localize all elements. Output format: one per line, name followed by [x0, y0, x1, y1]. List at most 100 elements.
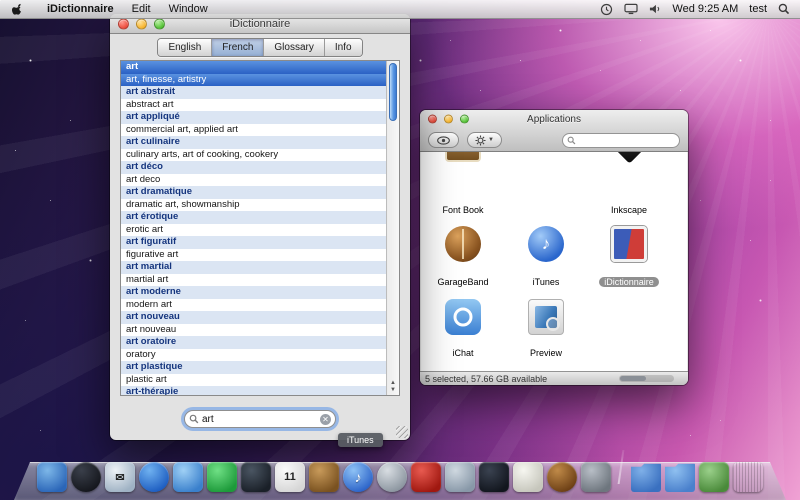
- app-label[interactable]: Inkscape: [589, 205, 669, 215]
- entry-translation[interactable]: martial art: [121, 273, 386, 286]
- menu-bar-user[interactable]: test: [749, 3, 767, 15]
- finder-title-bar[interactable]: Applications: [420, 110, 688, 128]
- finder-search-field[interactable]: [562, 132, 680, 148]
- resize-grip[interactable]: [396, 426, 408, 438]
- tab-glossary[interactable]: Glossary: [264, 38, 325, 56]
- tab-english[interactable]: English: [158, 38, 213, 56]
- app-icon-preview[interactable]: [528, 299, 564, 335]
- zoom-button[interactable]: [460, 114, 469, 124]
- dock-address-book-icon[interactable]: [309, 462, 339, 492]
- dock-dashboard-icon[interactable]: [71, 462, 101, 492]
- entry-translation[interactable]: art deco: [121, 173, 386, 186]
- dock-dvd-player-icon[interactable]: [377, 462, 407, 492]
- dock-system-preferences-icon[interactable]: [581, 462, 611, 492]
- menu-bar-clock[interactable]: Wed 9:25 AM: [672, 3, 738, 15]
- dock-downloads-stack-icon[interactable]: [699, 462, 729, 492]
- tab-info[interactable]: Info: [324, 38, 362, 56]
- clear-search-icon[interactable]: ✕: [320, 413, 331, 425]
- entry-term[interactable]: art plastique: [121, 361, 386, 374]
- dock-trash-icon[interactable]: [733, 462, 763, 492]
- scrollbar-thumb[interactable]: [620, 376, 646, 381]
- entry-translation[interactable]: art, finesse, artistry: [121, 73, 386, 86]
- dock-itunes-icon[interactable]: ♪: [343, 462, 373, 492]
- entry-translation[interactable]: erotic art: [121, 223, 386, 236]
- app-label[interactable]: Preview: [506, 348, 586, 358]
- dictionary-search-field[interactable]: art ✕: [184, 410, 336, 428]
- spotlight-icon[interactable]: [778, 3, 790, 15]
- entry-translation[interactable]: modern art: [121, 298, 386, 311]
- scrollbar-arrows[interactable]: ▲ ▼: [387, 380, 399, 394]
- entry-term[interactable]: art érotique: [121, 211, 386, 224]
- entry-translation[interactable]: commercial art, applied art: [121, 123, 386, 136]
- entry-term[interactable]: art-thérapie: [121, 386, 386, 395]
- dock-garageband-icon[interactable]: [547, 462, 577, 492]
- entry-term[interactable]: art appliqué: [121, 111, 386, 124]
- entry-translation[interactable]: plastic art: [121, 373, 386, 386]
- entry-term[interactable]: art dramatique: [121, 186, 386, 199]
- dock-preview-icon[interactable]: [445, 462, 475, 492]
- entry-term[interactable]: art déco: [121, 161, 386, 174]
- dock-ichat-icon[interactable]: [173, 462, 203, 492]
- scrollbar-thumb[interactable]: [389, 63, 397, 121]
- displays-icon[interactable]: [624, 3, 639, 15]
- entry-translation[interactable]: dramatic art, showmanship: [121, 198, 386, 211]
- menu-idictionnaire[interactable]: iDictionnaire: [38, 0, 123, 19]
- app-icon-garageband[interactable]: [445, 226, 481, 262]
- entry-term[interactable]: art oratoire: [121, 336, 386, 349]
- quick-look-button[interactable]: [428, 132, 459, 148]
- close-button[interactable]: [118, 18, 129, 29]
- app-label[interactable]: iTunes: [506, 277, 586, 287]
- app-label[interactable]: iChat: [423, 348, 503, 358]
- dock-documents-folder-icon[interactable]: [665, 463, 695, 492]
- action-menu-button[interactable]: ▼: [467, 132, 502, 148]
- dock-safari-icon[interactable]: [139, 462, 169, 492]
- entry-translation[interactable]: figurative art: [121, 248, 386, 261]
- search-input-value[interactable]: art: [199, 414, 320, 425]
- dock-mail-icon[interactable]: ✉: [105, 462, 135, 492]
- app-icon-inkscape[interactable]: [609, 152, 649, 164]
- menu-edit[interactable]: Edit: [123, 0, 160, 19]
- entry-term[interactable]: art abstrait: [121, 86, 386, 99]
- app-icon-idictionnaire[interactable]: [611, 226, 647, 262]
- dock-facetime-icon[interactable]: [207, 462, 237, 492]
- dock-glyph: ✉: [115, 471, 125, 484]
- entry-term[interactable]: art figuratif: [121, 236, 386, 249]
- entry-term[interactable]: art martial: [121, 261, 386, 274]
- entry-translation[interactable]: culinary arts, art of cooking, cookery: [121, 148, 386, 161]
- time-machine-icon[interactable]: [600, 3, 613, 16]
- dock-photo-booth-icon[interactable]: [241, 462, 271, 492]
- entry-term[interactable]: art culinaire: [121, 136, 386, 149]
- zoom-button[interactable]: [154, 18, 165, 29]
- minimize-button[interactable]: [136, 18, 147, 29]
- app-label[interactable]: GarageBand: [423, 277, 503, 287]
- chevron-down-icon: ▼: [488, 137, 494, 143]
- apple-menu-icon[interactable]: [12, 3, 24, 16]
- tab-french[interactable]: French: [212, 38, 265, 56]
- close-button[interactable]: [428, 114, 437, 124]
- app-icon-itunes[interactable]: [528, 226, 564, 262]
- volume-icon[interactable]: [649, 3, 661, 15]
- dock-app-red-icon[interactable]: [411, 462, 441, 492]
- app-icon-ichat[interactable]: [445, 299, 481, 335]
- dock-design-app-icon[interactable]: [513, 462, 543, 492]
- entry-term[interactable]: art nouveau: [121, 311, 386, 324]
- dock-finder-icon[interactable]: [37, 462, 67, 492]
- dock-glyph: ♪: [354, 469, 362, 485]
- dock-applications-folder-icon[interactable]: [631, 463, 661, 492]
- search-icon: [567, 136, 576, 144]
- finder-window-chrome: Applications ▼: [420, 110, 688, 152]
- app-label[interactable]: Font Book: [423, 205, 503, 215]
- horizontal-scrollbar[interactable]: [619, 375, 674, 382]
- entry-term[interactable]: art: [121, 61, 386, 74]
- minimize-button[interactable]: [444, 114, 453, 124]
- entry-translation[interactable]: abstract art: [121, 98, 386, 111]
- app-icon-fontbook[interactable]: [445, 152, 481, 162]
- entry-term[interactable]: art moderne: [121, 286, 386, 299]
- vertical-scrollbar[interactable]: ▲ ▼: [386, 61, 399, 395]
- menu-window[interactable]: Window: [160, 0, 217, 19]
- app-label[interactable]: iDictionnaire: [589, 277, 669, 287]
- entry-translation[interactable]: oratory: [121, 348, 386, 361]
- dock-ical-icon[interactable]: 11: [275, 462, 305, 492]
- dock-photos-app-icon[interactable]: [479, 462, 509, 492]
- entry-translation[interactable]: art nouveau: [121, 323, 386, 336]
